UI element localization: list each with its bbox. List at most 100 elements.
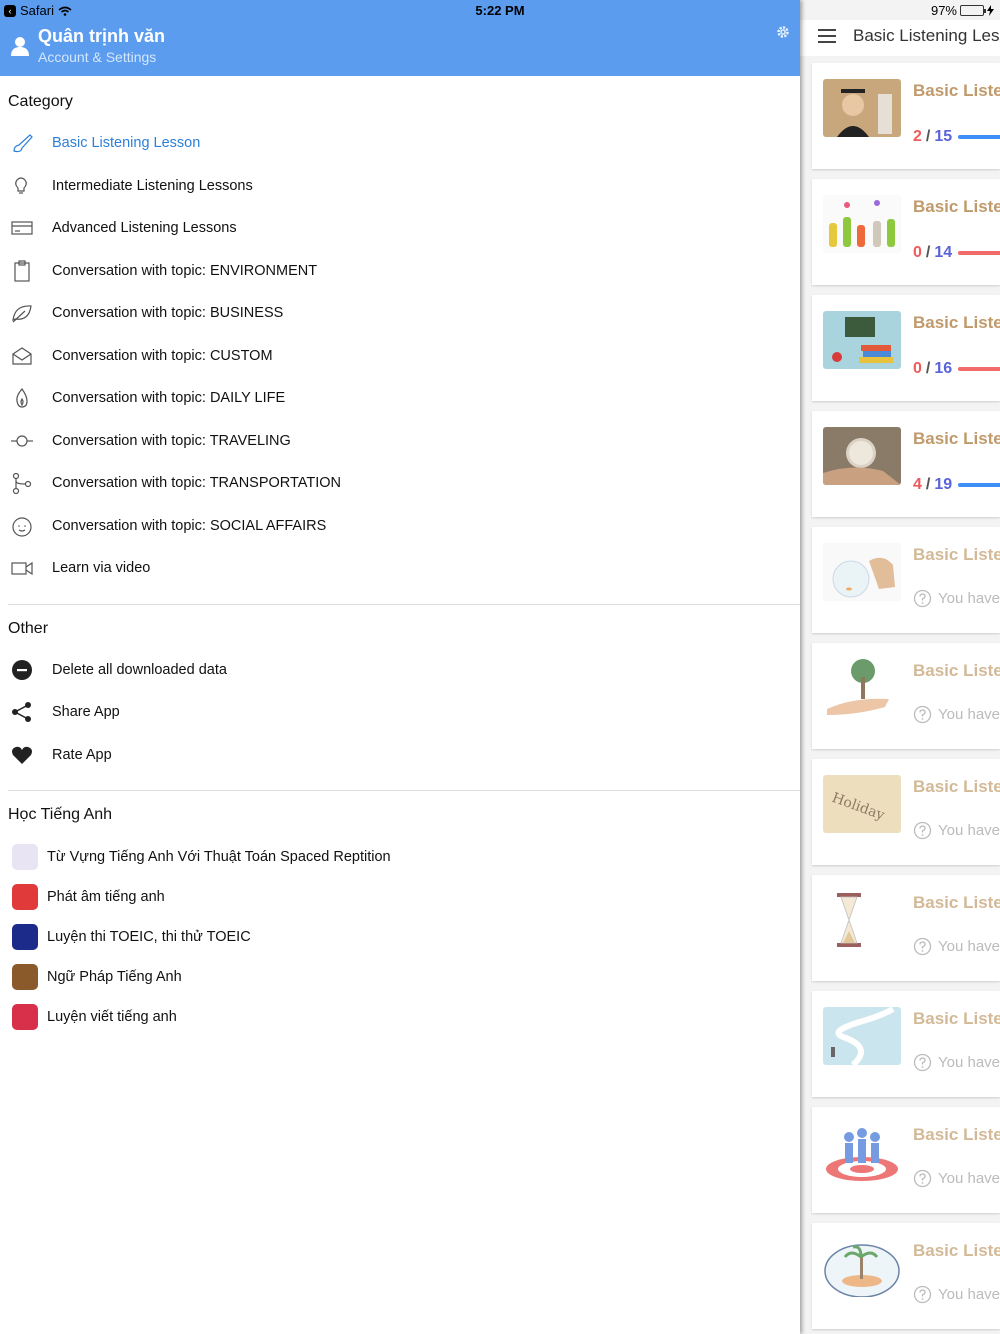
app-link-item[interactable]: Phát âm tiếng anh: [0, 877, 800, 917]
progress-total: 16: [934, 360, 953, 377]
lesson-card[interactable]: Holiday Basic Listening You have not: [812, 759, 1000, 865]
commit-icon: [0, 430, 52, 452]
island-thumb: [823, 1239, 901, 1297]
lesson-card[interactable]: Basic Listening You have not: [812, 527, 1000, 633]
holiday-sand-thumb: Holiday: [823, 775, 901, 833]
category-section-title: Category: [8, 93, 73, 110]
navigation-drawer: Quân trịnh văn Account & Settings Catego…: [0, 0, 800, 1334]
category-item[interactable]: Conversation with topic: CUSTOM: [0, 335, 800, 378]
lesson-title: Basic Listening: [913, 545, 1000, 564]
cat-fishbowl-thumb: [823, 543, 901, 601]
progress-separator: /: [925, 476, 931, 493]
app-link-label: Luyện viết tiếng anh: [47, 1009, 177, 1025]
main-title: Basic Listening Lessons: [853, 26, 1000, 45]
branch-icon: [0, 472, 52, 495]
category-item[interactable]: Conversation with topic: BUSINESS: [0, 292, 800, 335]
question-circle-icon: [913, 1053, 932, 1072]
other-item[interactable]: Share App: [0, 691, 800, 734]
category-item-label: Conversation with topic: DAILY LIFE: [52, 390, 286, 407]
lesson-card[interactable]: Basic Listening You have not: [812, 1223, 1000, 1329]
hourglass-thumb: [823, 891, 901, 949]
lesson-status-text: You have not: [938, 1054, 1000, 1071]
question-circle-icon: [913, 589, 932, 608]
app-link-item[interactable]: Luyện viết tiếng anh: [0, 997, 800, 1037]
app-link-item[interactable]: Ngữ Pháp Tiếng Anh: [0, 957, 800, 997]
lesson-status: You have not: [913, 937, 1000, 956]
video-camera-icon: [0, 557, 52, 579]
progress-done: 0: [913, 244, 922, 261]
category-item-label: Conversation with topic: ENVIRONMENT: [52, 262, 318, 279]
app-logo-icon: [12, 1004, 38, 1030]
status-right: 97%: [931, 3, 994, 18]
category-item-label: Conversation with topic: SOCIAL AFFAIRS: [52, 517, 327, 534]
lesson-title: Basic Listening: [913, 197, 1000, 216]
lesson-card[interactable]: Basic Listening 0/16: [812, 295, 1000, 401]
lesson-status: You have not: [913, 1285, 1000, 1304]
app-link-label: Luyện thi TOEIC, thi thử TOEIC: [47, 929, 251, 945]
progress-total: 19: [934, 476, 953, 493]
road-thumb: [823, 1007, 901, 1065]
lesson-card[interactable]: Basic Listening 2/15: [812, 63, 1000, 169]
lesson-status-text: You have not: [938, 1170, 1000, 1187]
main-toolbar: Basic Listening Lessons: [800, 20, 1000, 56]
category-item[interactable]: Conversation with topic: TRANSPORTATION: [0, 462, 800, 505]
lesson-title: Basic Listening: [913, 429, 1000, 448]
progress-bar: [958, 367, 1000, 371]
category-item[interactable]: Learn via video: [0, 547, 800, 590]
gear-icon[interactable]: [776, 25, 790, 39]
category-item[interactable]: Conversation with topic: DAILY LIFE: [0, 377, 800, 420]
brush-icon: [0, 132, 52, 154]
category-item[interactable]: Conversation with topic: TRAVELING: [0, 420, 800, 463]
hamburger-menu-icon[interactable]: [818, 29, 836, 43]
other-item-label: Share App: [52, 704, 120, 721]
category-list: Basic Listening Lesson Intermediate Liste…: [0, 122, 800, 590]
category-item[interactable]: Basic Listening Lesson: [0, 122, 800, 165]
vases-thumb: [823, 195, 901, 253]
user-icon: [11, 37, 29, 56]
lesson-card[interactable]: Basic Listening 4/19: [812, 411, 1000, 517]
category-item-label: Conversation with topic: BUSINESS: [52, 305, 284, 322]
lesson-progress: 0/16: [913, 360, 1000, 378]
lesson-card[interactable]: Basic Listening You have not: [812, 1107, 1000, 1213]
divider: [8, 790, 800, 791]
flame-icon: [0, 387, 52, 409]
category-item[interactable]: Intermediate Listening Lessons: [0, 165, 800, 208]
other-item[interactable]: Delete all downloaded data: [0, 649, 800, 692]
apps-list: Từ Vựng Tiếng Anh Với Thuật Toán Spaced …: [0, 837, 800, 1037]
minus-circle-icon: [0, 659, 52, 681]
question-circle-icon: [913, 1285, 932, 1304]
question-circle-icon: [913, 1169, 932, 1188]
lesson-status-text: You have not: [938, 1286, 1000, 1303]
app-link-item[interactable]: Luyện thi TOEIC, thi thử TOEIC: [0, 917, 800, 957]
lesson-status-text: You have not: [938, 822, 1000, 839]
lesson-status: You have not: [913, 705, 1000, 724]
divider: [8, 603, 800, 605]
tree-hand-thumb: [823, 659, 901, 717]
lesson-status-text: You have not: [938, 938, 1000, 955]
status-time: 5:22 PM: [475, 3, 525, 18]
people-target-thumb: [823, 1123, 901, 1181]
progress-done: 4: [913, 476, 922, 493]
question-circle-icon: [913, 821, 932, 840]
progress-bar: [958, 251, 1000, 255]
user-name: Quân trịnh văn: [38, 26, 166, 46]
bulb-icon: [0, 175, 52, 197]
lesson-card[interactable]: Basic Listening 0/14: [812, 179, 1000, 285]
category-item-label: Advanced Listening Lessons: [52, 220, 237, 237]
category-item[interactable]: Conversation with topic: SOCIAL AFFAIRS: [0, 505, 800, 548]
progress-done: 2: [913, 128, 922, 145]
category-item[interactable]: Advanced Listening Lessons: [0, 207, 800, 250]
progress-separator: /: [925, 360, 931, 377]
lesson-card[interactable]: Basic Listening You have not: [812, 875, 1000, 981]
clipboard-icon: [0, 260, 52, 282]
other-item-label: Rate App: [52, 746, 112, 763]
category-item[interactable]: Conversation with topic: ENVIRONMENT: [0, 250, 800, 293]
app-logo-icon: [12, 884, 38, 910]
lesson-card[interactable]: Basic Listening You have not: [812, 643, 1000, 749]
progress-separator: /: [925, 244, 931, 261]
other-item[interactable]: Rate App: [0, 734, 800, 777]
app-link-label: Phát âm tiếng anh: [47, 889, 165, 905]
app-link-item[interactable]: Từ Vựng Tiếng Anh Với Thuật Toán Spaced …: [0, 837, 800, 877]
charging-bolt-icon: [987, 5, 994, 16]
lesson-card[interactable]: Basic Listening You have not: [812, 991, 1000, 1097]
